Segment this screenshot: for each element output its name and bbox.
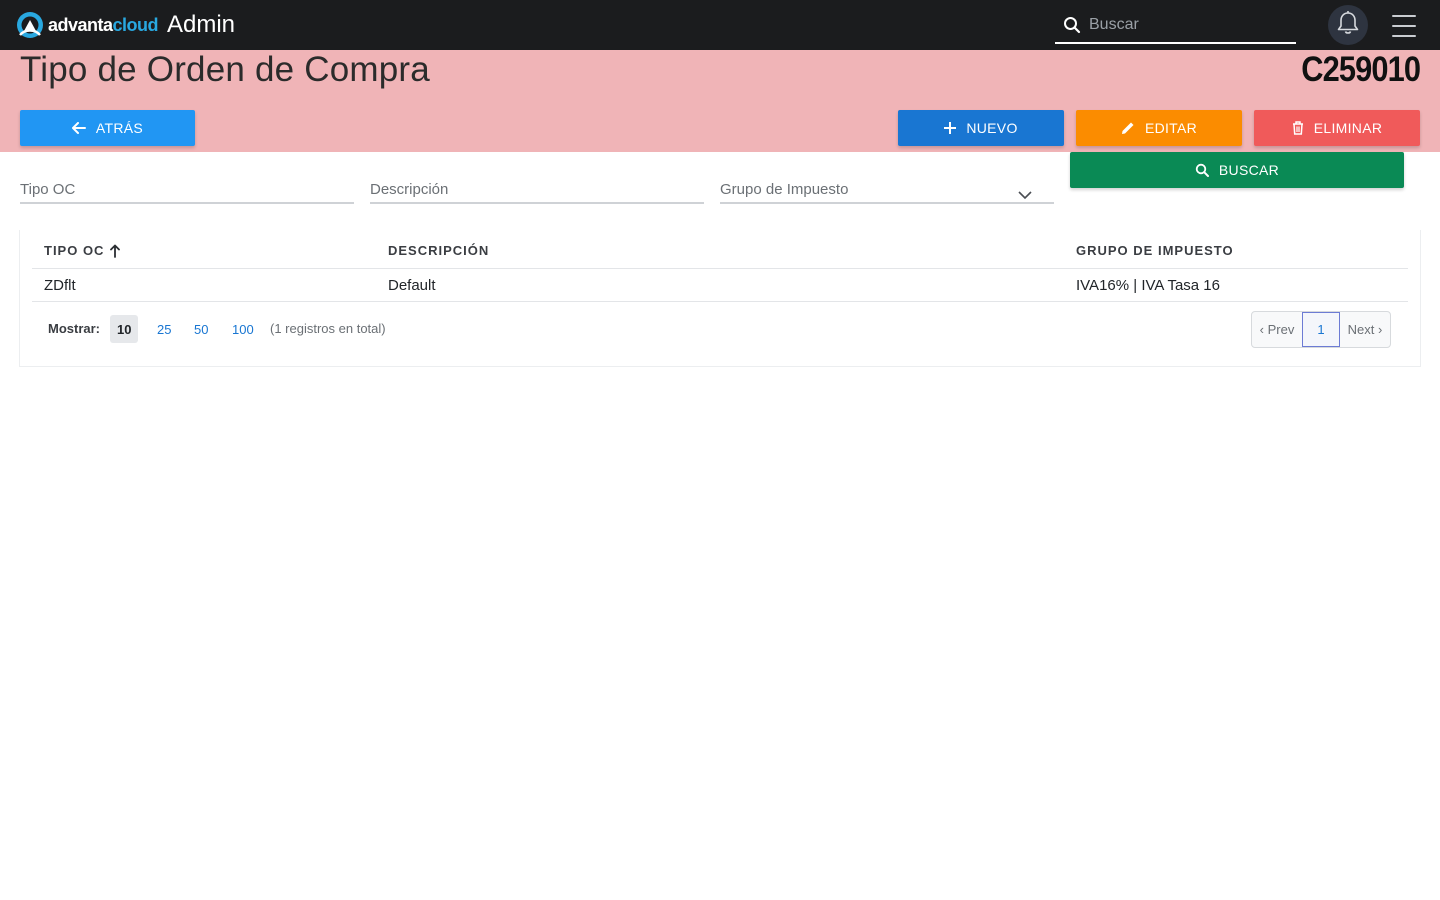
page-size-100[interactable]: 100 (225, 315, 261, 343)
pencil-icon (1121, 121, 1135, 135)
current-page-button[interactable]: 1 (1302, 312, 1340, 347)
grupo-impuesto-placeholder: Grupo de Impuesto (720, 181, 849, 198)
logo-wordmark: advantacloud (48, 14, 159, 36)
back-button[interactable]: ATRÁS (20, 110, 195, 146)
search-button[interactable]: BUSCAR (1070, 152, 1404, 188)
cell-descripcion: Default (388, 277, 436, 294)
back-button-label: ATRÁS (95, 120, 144, 136)
logo-text-primary: advanta (48, 14, 113, 35)
search-button-label: BUSCAR (1218, 162, 1280, 178)
descripcion-filter[interactable]: Descripción (370, 175, 704, 204)
trash-icon (1292, 121, 1304, 135)
delete-button[interactable]: ELIMINAR (1254, 110, 1420, 146)
page-size-50[interactable]: 50 (187, 315, 215, 343)
tipo-oc-filter[interactable]: Tipo OC (20, 175, 354, 204)
plus-icon (944, 122, 957, 134)
page-title: Tipo de Orden de Compra (20, 50, 430, 89)
hamburger-icon[interactable] (1392, 15, 1416, 37)
prev-page-button[interactable]: ‹ Prev (1252, 312, 1302, 347)
app-name: Admin (167, 11, 236, 38)
grupo-impuesto-select[interactable]: Grupo de Impuesto (720, 175, 1054, 204)
advantacloud-logo[interactable]: advantacloud (16, 11, 159, 39)
edit-button[interactable]: EDITAR (1076, 110, 1242, 146)
delete-button-label: ELIMINAR (1313, 120, 1383, 136)
column-header-tipo-oc[interactable]: TIPO OC (44, 243, 121, 258)
column-header-label: TIPO OC (44, 243, 105, 258)
new-button-label: NUEVO (966, 120, 1018, 136)
pagination: ‹ Prev 1 Next › (1251, 311, 1391, 348)
top-navbar: advantacloud Admin (0, 0, 1440, 50)
cell-grupo-impuesto: IVA16% | IVA Tasa 16 (1076, 277, 1220, 294)
page-size-25[interactable]: 25 (150, 315, 178, 343)
notifications-button[interactable] (1328, 5, 1368, 45)
column-header-descripcion[interactable]: DESCRIPCIÓN (388, 243, 489, 258)
arrow-left-icon (71, 122, 86, 134)
cell-tipo-oc: ZDflt (44, 277, 76, 294)
new-button[interactable]: NUEVO (898, 110, 1064, 146)
search-input[interactable] (1087, 12, 1291, 38)
page-size-10[interactable]: 10 (110, 315, 139, 343)
global-search (1055, 6, 1296, 44)
descripcion-placeholder: Descripción (370, 181, 449, 198)
sort-ascending-icon (110, 244, 121, 258)
logo-icon (17, 12, 43, 38)
row-divider (32, 301, 1408, 302)
search-icon (1195, 163, 1209, 177)
column-header-grupo-impuesto[interactable]: GRUPO DE IMPUESTO (1076, 243, 1234, 258)
next-page-button[interactable]: Next › (1340, 312, 1390, 347)
company-code: C259010 (1301, 50, 1421, 89)
total-records: (1 registros en total) (270, 321, 386, 336)
tipo-oc-placeholder: Tipo OC (20, 181, 76, 198)
logo-text-accent: cloud (112, 14, 159, 35)
chevron-down-icon (1018, 187, 1032, 205)
page-header: Tipo de Orden de Compra C259010 ATRÁS NU… (0, 50, 1440, 152)
header-divider (32, 268, 1408, 269)
bell-icon (1336, 10, 1360, 41)
edit-button-label: EDITAR (1144, 120, 1198, 136)
search-icon (1063, 16, 1081, 39)
page-size-label: Mostrar: (48, 321, 101, 336)
